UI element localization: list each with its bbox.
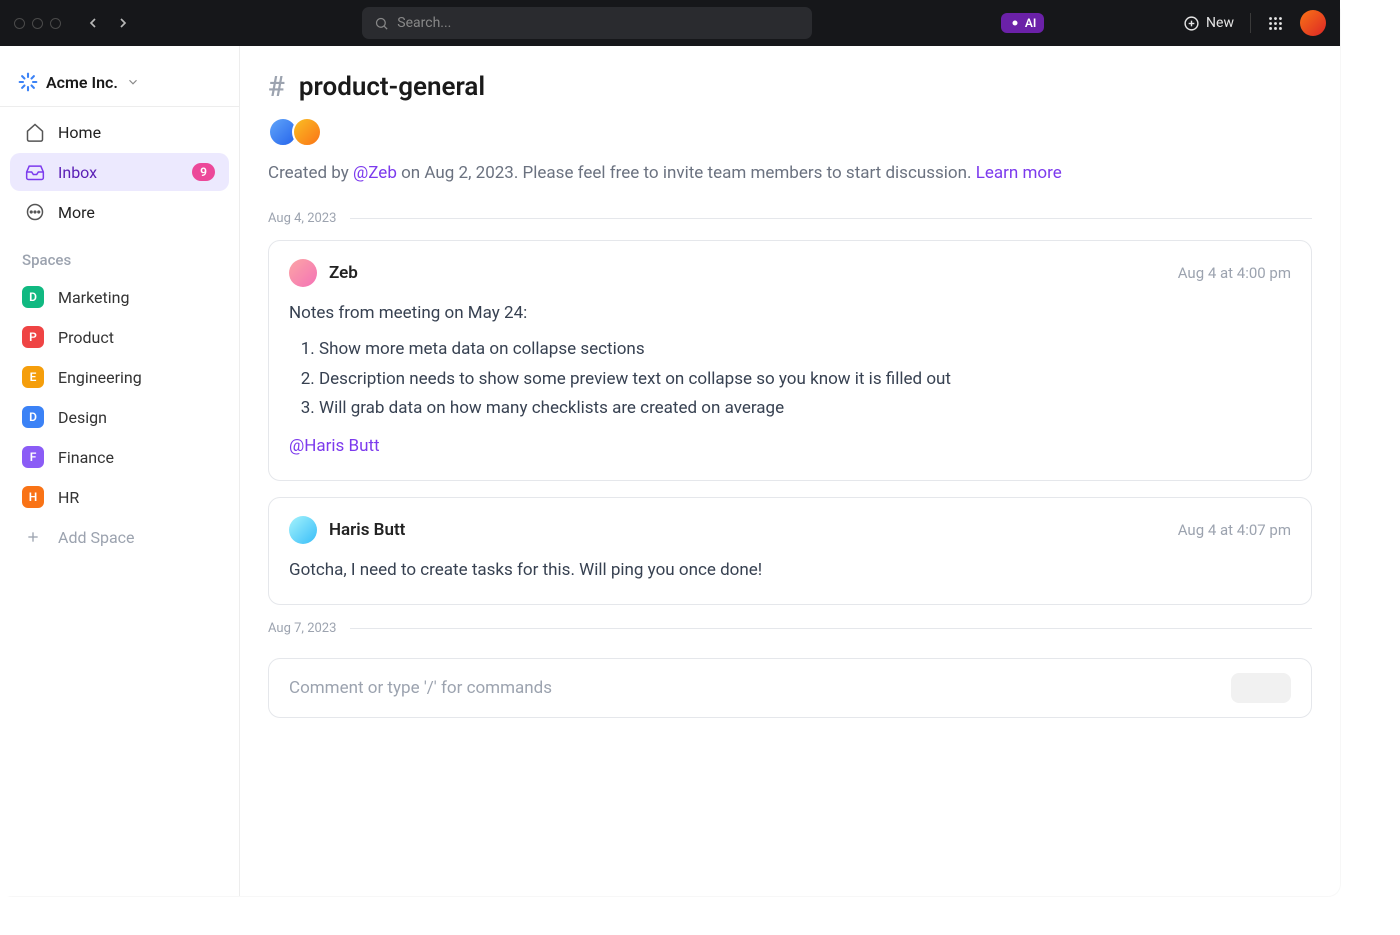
ai-button[interactable]: AI	[1001, 13, 1044, 33]
nav-forward-button[interactable]	[111, 11, 135, 35]
channel-name: product-general	[299, 72, 485, 102]
message-time: Aug 4 at 4:07 pm	[1178, 521, 1291, 539]
titlebar: Search... AI New	[0, 0, 1340, 46]
space-badge: D	[22, 286, 44, 308]
sparkle-icon	[1009, 17, 1021, 29]
close-dot[interactable]	[14, 18, 25, 29]
message-body: Gotcha, I need to create tasks for this.…	[289, 556, 1291, 586]
search-icon	[374, 16, 389, 31]
plus-circle-icon	[1183, 15, 1200, 32]
workspace-switcher[interactable]: Acme Inc.	[0, 58, 239, 106]
date-separator: Aug 4, 2023	[268, 211, 1312, 226]
add-space-button[interactable]: Add Space	[0, 517, 239, 557]
space-label: Marketing	[58, 288, 129, 307]
nav-label: Inbox	[58, 163, 97, 182]
space-item-marketing[interactable]: D Marketing	[0, 277, 239, 317]
home-icon	[24, 122, 46, 142]
user-avatar[interactable]	[1300, 10, 1326, 36]
message-body: Notes from meeting on May 24: Show more …	[289, 299, 1291, 462]
channel-description: Created by @Zeb on Aug 2, 2023. Please f…	[268, 163, 1312, 183]
space-label: Design	[58, 408, 107, 427]
grid-icon	[1267, 15, 1284, 32]
nav-inbox[interactable]: Inbox 9	[10, 153, 229, 191]
nav-home[interactable]: Home	[10, 113, 229, 151]
mention[interactable]: @Haris Butt	[289, 436, 380, 456]
divider	[1250, 13, 1251, 33]
add-space-label: Add Space	[58, 528, 135, 547]
mention[interactable]: @Zeb	[353, 163, 397, 183]
message-author: Haris Butt	[329, 520, 405, 540]
nav-label: More	[58, 203, 95, 222]
send-button[interactable]	[1231, 673, 1291, 703]
list-item: Description needs to show some preview t…	[319, 365, 1291, 395]
nav-back-button[interactable]	[81, 11, 105, 35]
new-button[interactable]: New	[1183, 15, 1234, 32]
member-avatars[interactable]	[268, 117, 1312, 147]
message-card: Zeb Aug 4 at 4:00 pm Notes from meeting …	[268, 240, 1312, 481]
learn-more-link[interactable]: Learn more	[976, 163, 1062, 183]
space-badge: H	[22, 486, 44, 508]
channel-header: # product-general	[268, 70, 1312, 103]
message-author: Zeb	[329, 263, 358, 283]
space-item-hr[interactable]: H HR	[0, 477, 239, 517]
list-item: Show more meta data on collapse sections	[319, 335, 1291, 365]
space-badge: E	[22, 366, 44, 388]
main-content: # product-general Created by @Zeb on Aug…	[240, 46, 1340, 896]
space-item-design[interactable]: D Design	[0, 397, 239, 437]
spaces-heading: Spaces	[0, 233, 239, 277]
max-dot[interactable]	[50, 18, 61, 29]
message-card: Haris Butt Aug 4 at 4:07 pm Gotcha, I ne…	[268, 497, 1312, 605]
inbox-icon	[24, 162, 46, 182]
inbox-badge: 9	[192, 163, 215, 181]
comment-input[interactable]	[289, 678, 1231, 698]
apps-grid-button[interactable]	[1267, 15, 1284, 32]
chevron-down-icon	[126, 75, 140, 89]
more-icon	[24, 202, 46, 222]
min-dot[interactable]	[32, 18, 43, 29]
search-placeholder: Search...	[397, 15, 451, 31]
space-badge: P	[22, 326, 44, 348]
space-item-finance[interactable]: F Finance	[0, 437, 239, 477]
list-item: Will grab data on how many checklists ar…	[319, 394, 1291, 424]
window-controls	[14, 18, 61, 29]
message-time: Aug 4 at 4:00 pm	[1178, 264, 1291, 282]
space-label: Product	[58, 328, 114, 347]
space-label: Engineering	[58, 368, 142, 387]
sidebar: Acme Inc. Home Inbox 9 More Spaces D Mark…	[0, 46, 240, 896]
avatar	[289, 516, 317, 544]
workspace-name: Acme Inc.	[46, 73, 118, 92]
space-badge: F	[22, 446, 44, 468]
space-label: Finance	[58, 448, 114, 467]
plus-icon	[22, 526, 44, 548]
space-item-engineering[interactable]: E Engineering	[0, 357, 239, 397]
new-label: New	[1206, 15, 1234, 31]
date-separator: Aug 7, 2023	[268, 621, 1312, 636]
ai-label: AI	[1025, 16, 1036, 30]
space-label: HR	[58, 488, 79, 507]
avatar	[292, 117, 322, 147]
workspace-logo-icon	[18, 72, 38, 92]
nav-more[interactable]: More	[10, 193, 229, 231]
search-input[interactable]: Search...	[362, 7, 812, 39]
hash-icon: #	[268, 70, 285, 103]
space-item-product[interactable]: P Product	[0, 317, 239, 357]
comment-composer[interactable]	[268, 658, 1312, 718]
avatar	[289, 259, 317, 287]
nav-label: Home	[58, 123, 101, 142]
space-badge: D	[22, 406, 44, 428]
